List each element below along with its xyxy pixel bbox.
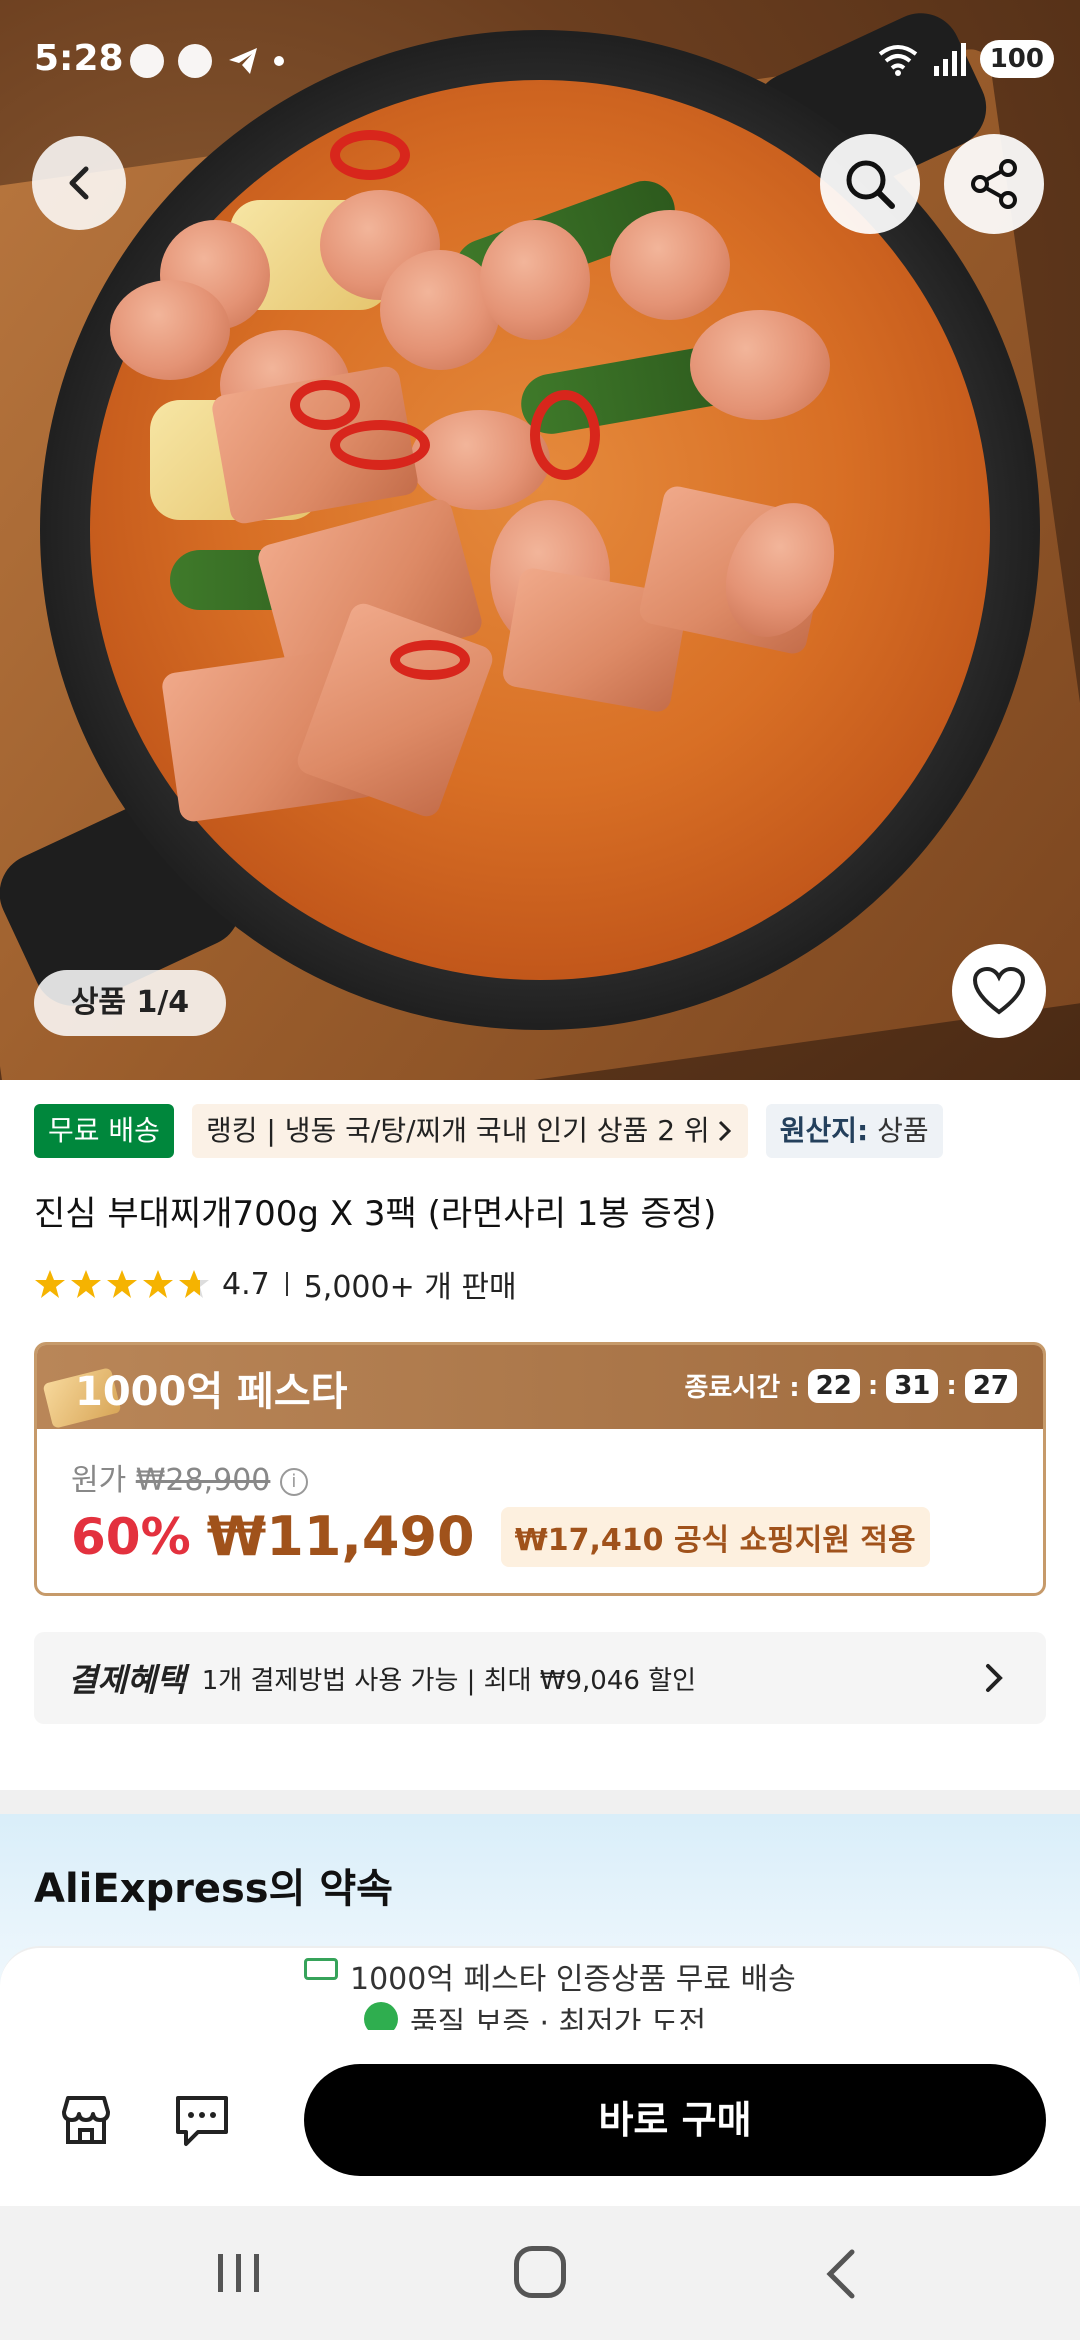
buy-now-button[interactable]: 바로 구매: [304, 2064, 1046, 2176]
half-star-icon: [179, 1270, 209, 1298]
sausage-slice: [610, 210, 730, 320]
price-row: 60% ₩11,490 ₩17,410 공식 쇼핑지원 적용: [71, 1505, 930, 1568]
chrome-icon: [178, 44, 212, 78]
section-divider: [0, 1790, 1080, 1814]
chat-icon[interactable]: [172, 2090, 232, 2150]
share-icon: [971, 159, 1017, 209]
status-right-icons: 100: [876, 40, 1054, 78]
product-tags: 무료 배송 랭킹 | 냉동 국/탕/찌개 국내 인기 상품 2 위 원산지: 상…: [34, 1104, 943, 1158]
rating-row[interactable]: 4.7 5,000+ 개 판매: [34, 1262, 517, 1306]
wishlist-button[interactable]: [952, 944, 1046, 1038]
payment-benefits-title: 결제혜택: [68, 1661, 186, 1699]
original-price-row: 원가 ₩28,900 i: [71, 1455, 308, 1499]
star-rating: [34, 1268, 210, 1300]
festa-title: 1000억 페스타: [75, 1369, 348, 1415]
sausage-slice: [110, 280, 230, 380]
promise-line-shipping: 1000억 페스타 인증상품 무료 배송: [350, 1962, 796, 1997]
origin-value: 상품: [877, 1114, 929, 1147]
star-icon: [71, 1270, 101, 1298]
wifi-icon: [878, 45, 917, 76]
rating-value: 4.7: [222, 1266, 270, 1302]
star-icon: [35, 1270, 65, 1298]
chevron-right-icon: [718, 1120, 731, 1142]
original-price: ₩28,900: [135, 1463, 271, 1498]
star-icon: [107, 1270, 137, 1298]
sausage-slice: [410, 410, 550, 510]
home-icon[interactable]: [514, 2246, 566, 2298]
truck-icon: [304, 1958, 338, 1980]
red-pepper: [290, 380, 360, 430]
sold-count: 5,000+ 개 판매: [303, 1270, 517, 1305]
nav-back-icon[interactable]: [820, 2246, 860, 2302]
share-button[interactable]: [944, 134, 1044, 234]
star-icon: [143, 1270, 173, 1298]
image-counter: 상품 1/4: [34, 970, 226, 1036]
status-time: 5:28: [34, 38, 124, 79]
discount-percent: 60%: [71, 1507, 191, 1566]
timer-colon: :: [946, 1370, 957, 1401]
payment-benefits-text: 1개 결제방법 사용 가능 | 최대 ₩9,046 할인: [201, 1665, 697, 1696]
system-nav-bar: [0, 2206, 1080, 2340]
bottom-action-bar: 바로 구매: [0, 2030, 1080, 2206]
payment-benefits-row[interactable]: 결제혜택 1개 결제방법 사용 가능 | 최대 ₩9,046 할인: [34, 1632, 1046, 1724]
ranking-badge[interactable]: 랭킹 | 냉동 국/탕/찌개 국내 인기 상품 2 위: [191, 1104, 748, 1158]
promise-title: AliExpress의 약속: [34, 1866, 393, 1912]
back-button[interactable]: [32, 136, 126, 230]
signal-icon: [933, 43, 966, 76]
back-icon: [69, 166, 89, 200]
shopping-support-badge: ₩17,410 공식 쇼핑지원 적용: [500, 1506, 930, 1567]
original-price-label: 원가: [71, 1463, 127, 1498]
heart-icon: [972, 966, 1026, 1015]
ranking-label: 랭킹 | 냉동 국/탕/찌개 국내 인기 상품 2 위: [205, 1114, 710, 1147]
timer-hours: 22: [807, 1368, 860, 1403]
product-title: 진심 부대찌개700g X 3팩 (라면사리 1봉 증정): [34, 1194, 717, 1234]
timer-seconds: 27: [964, 1368, 1017, 1403]
timer-colon: :: [867, 1370, 879, 1401]
search-button[interactable]: [820, 134, 920, 234]
festa-header: 1000억 페스타 종료시간 : 22 : 31 : 27: [37, 1345, 1043, 1429]
red-pepper: [390, 640, 470, 680]
telegram-icon: [229, 48, 257, 74]
sale-price: ₩11,490: [206, 1505, 475, 1568]
red-pepper: [530, 390, 600, 480]
product-image[interactable]: 5:28 100 상품 1/4: [0, 0, 1080, 1080]
search-icon: [846, 160, 895, 209]
timer-minutes: 31: [886, 1368, 939, 1403]
status-bar: 5:28 100: [0, 0, 1080, 120]
recent-apps-icon[interactable]: [214, 2250, 264, 2296]
chevron-right-icon: [986, 1664, 1003, 1692]
sausage-slice: [690, 310, 830, 420]
info-icon[interactable]: i: [279, 1467, 308, 1496]
countdown-timer: 종료시간 : 22 : 31 : 27: [684, 1367, 1017, 1404]
notification-dot: [274, 56, 284, 66]
free-shipping-badge: 무료 배송: [34, 1104, 174, 1158]
red-pepper: [330, 420, 430, 470]
store-icon[interactable]: [56, 2090, 116, 2150]
timer-label: 종료시간 :: [684, 1373, 800, 1403]
status-app-icons: [130, 44, 284, 78]
rating-separator: [285, 1272, 288, 1296]
battery-icon: 100: [979, 40, 1054, 78]
sausage-slice: [480, 220, 590, 340]
origin-badge: 원산지: 상품: [765, 1104, 943, 1158]
threads-icon: [130, 44, 164, 78]
red-pepper: [330, 130, 410, 180]
origin-label: 원산지:: [779, 1114, 869, 1147]
festa-price-box: 1000억 페스타 종료시간 : 22 : 31 : 27 원가 ₩28,900…: [34, 1342, 1046, 1596]
